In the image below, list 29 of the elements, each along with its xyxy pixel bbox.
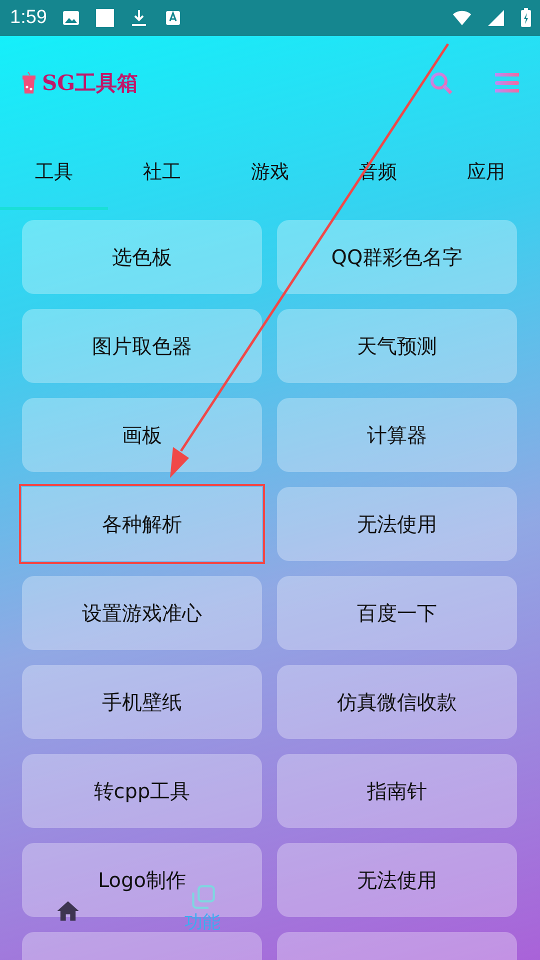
status-time: 1:59 <box>10 7 47 29</box>
cup-icon <box>22 72 36 94</box>
tool-button[interactable]: 无法使用 <box>277 487 517 561</box>
tab[interactable]: 游戏 <box>216 130 324 210</box>
app-title: SG工具箱 <box>42 69 138 97</box>
tool-button[interactable]: 设置游戏准心 <box>22 576 262 650</box>
tool-button[interactable]: 天气预测 <box>277 309 517 383</box>
signal-icon <box>486 8 506 28</box>
tool-button[interactable]: 转cpp工具 <box>22 754 262 828</box>
tool-button[interactable]: 百度一下 <box>277 576 517 650</box>
tool-button[interactable]: 无法使用 <box>277 843 517 917</box>
tab[interactable]: 应用 <box>432 130 540 210</box>
copy-icon <box>190 884 216 910</box>
tool-button[interactable]: 仿真微信收款 <box>277 665 517 739</box>
tab[interactable]: 工具 <box>0 130 108 210</box>
tool-button[interactable]: 计算器 <box>277 398 517 472</box>
tool-button[interactable]: 指南针 <box>277 754 517 828</box>
tool-button[interactable]: 各种解析 <box>22 487 262 561</box>
tool-button[interactable]: QQ群彩色名字 <box>277 220 517 294</box>
wifi-icon <box>452 8 472 28</box>
battery-icon <box>520 8 532 28</box>
tool-button[interactable]: 画板 <box>22 398 262 472</box>
square-icon <box>94 8 115 28</box>
tool-button[interactable]: 图片取色器 <box>22 309 262 383</box>
tab[interactable]: 社工 <box>108 130 216 210</box>
tool-button[interactable]: 选色板 <box>22 220 262 294</box>
search-icon[interactable] <box>428 70 454 96</box>
tool-button[interactable]: 手机壁纸 <box>22 665 262 739</box>
image-icon <box>60 8 81 28</box>
